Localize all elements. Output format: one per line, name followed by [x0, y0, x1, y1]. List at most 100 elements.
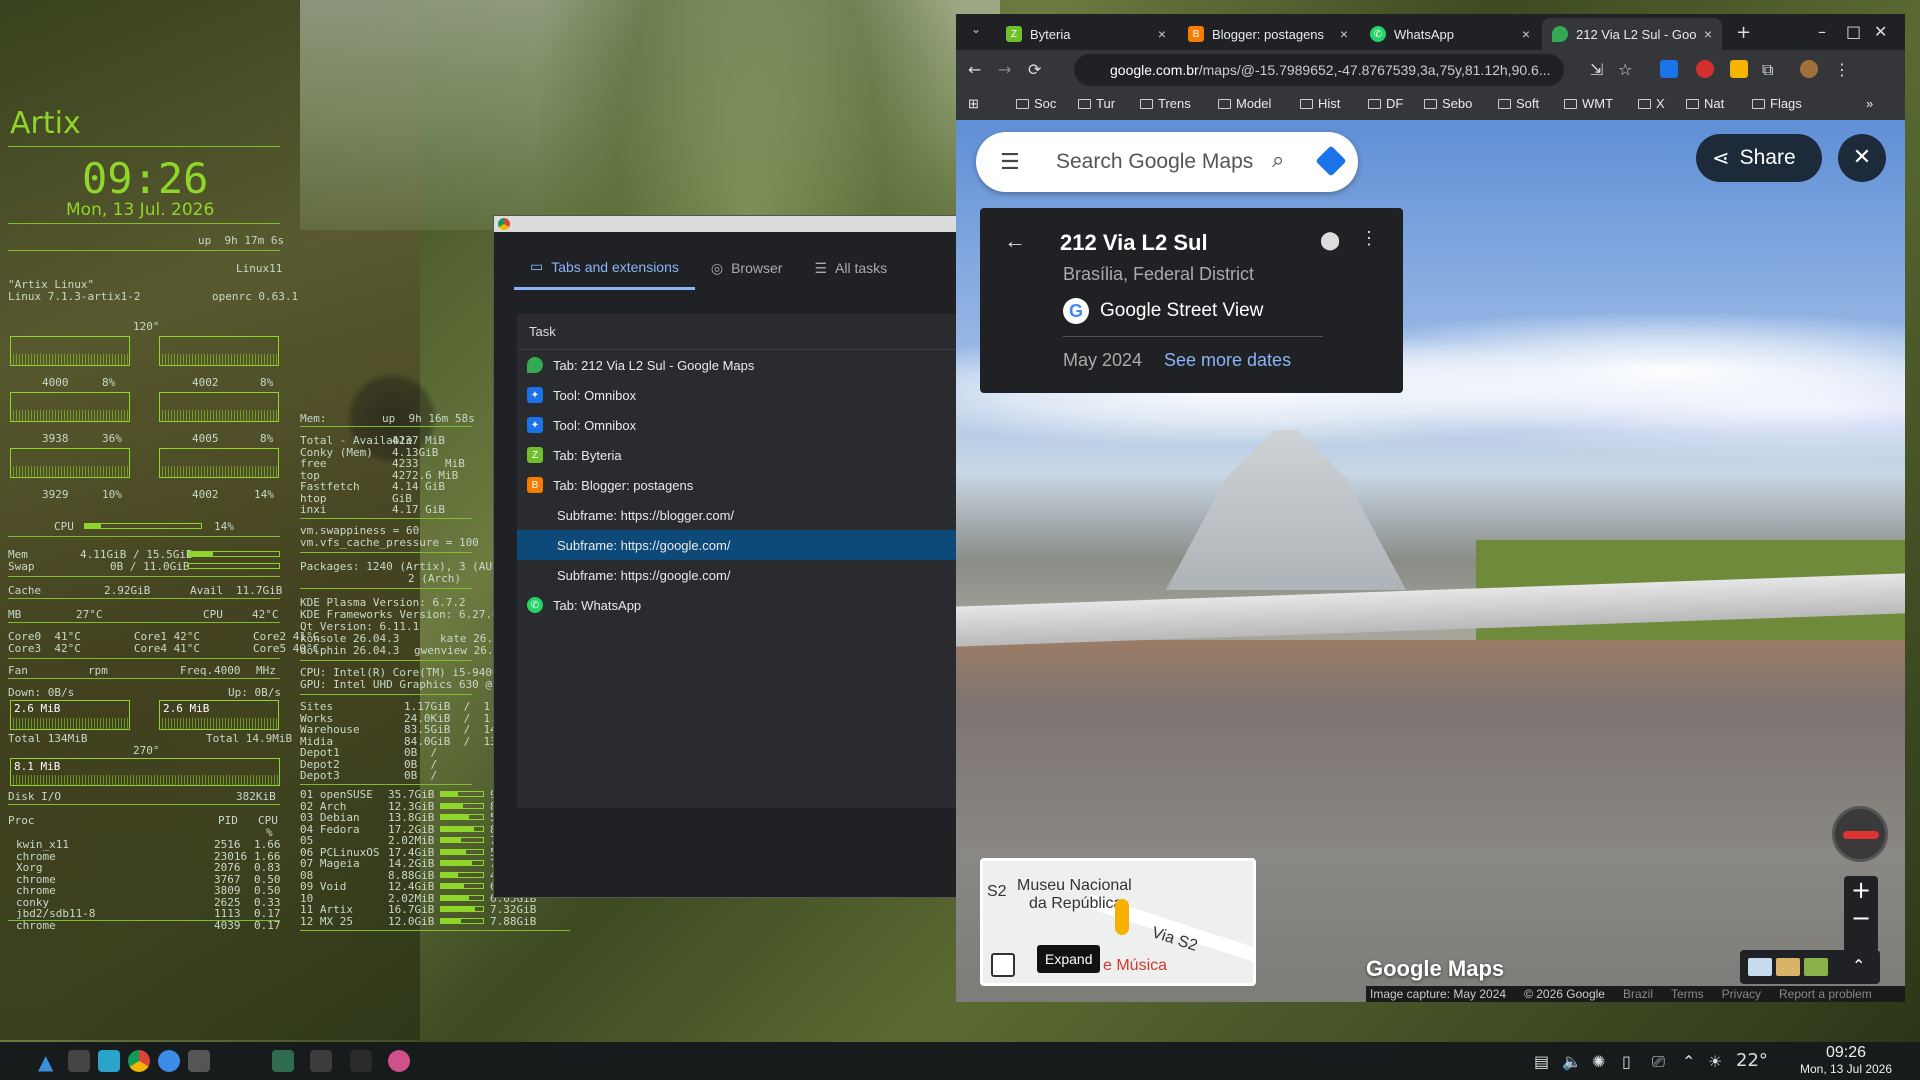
back-arrow-icon[interactable]: ←: [1004, 228, 1026, 254]
extensions-puzzle-icon[interactable]: ⧉: [1762, 60, 1773, 80]
reload-button[interactable]: ⟳: [1028, 60, 1041, 79]
terminal-icon[interactable]: [68, 1050, 90, 1072]
bookmark-star-icon[interactable]: ☆: [1618, 60, 1632, 79]
task-manager-titlebar[interactable]: [494, 216, 958, 232]
task-row[interactable]: ✆ Tab: WhatsApp: [517, 590, 960, 620]
browser-tab[interactable]: Z Byteria ×: [996, 18, 1176, 50]
chrome-task-icon[interactable]: [310, 1050, 332, 1072]
extension-icon[interactable]: [1696, 60, 1714, 78]
tab-all-tasks[interactable]: ☰ All tasks: [798, 246, 903, 290]
volume-icon[interactable]: 🔈: [1562, 1052, 1582, 1071]
install-app-icon[interactable]: ⇲: [1590, 60, 1603, 79]
temperature[interactable]: 22°: [1736, 1050, 1768, 1071]
browser-tab[interactable]: ✆ WhatsApp ×: [1360, 18, 1540, 50]
share-button[interactable]: ⋖ Share: [1696, 134, 1822, 182]
close-icon[interactable]: ×: [1158, 26, 1166, 42]
app-task-icon[interactable]: [388, 1050, 410, 1072]
chevron-up-icon[interactable]: ⌃: [1852, 956, 1865, 975]
task-row[interactable]: Subframe: https://google.com/: [517, 530, 960, 560]
tab-search-button[interactable]: ⌄: [966, 22, 986, 42]
minimize-button[interactable]: –: [1818, 22, 1826, 41]
browser-icon[interactable]: [158, 1050, 180, 1072]
zoom-out-button[interactable]: −: [1844, 904, 1878, 932]
task-row[interactable]: Tab: 212 Via L2 Sul - Google Maps: [517, 350, 960, 380]
compass-icon[interactable]: [1832, 806, 1888, 862]
mini-map[interactable]: S2 Museu Nacional da República Via S2 e …: [980, 858, 1256, 986]
chevron-up-icon[interactable]: ⌃: [1682, 1052, 1695, 1071]
close-street-view-button[interactable]: ✕: [1838, 134, 1886, 182]
footer-link[interactable]: Brazil: [1623, 987, 1653, 1001]
task-label: Subframe: https://blogger.com/: [557, 507, 735, 523]
task-row[interactable]: B Tab: Blogger: postagens: [517, 470, 960, 500]
address-bar[interactable]: google.com.br/maps/@-15.7989652,-47.8767…: [1074, 54, 1564, 86]
apps-grid-icon[interactable]: ⊞: [968, 96, 979, 112]
search-icon[interactable]: ⌕: [1272, 148, 1284, 173]
task-column-header[interactable]: Task: [517, 314, 960, 350]
close-icon[interactable]: ×: [1522, 26, 1530, 42]
close-icon[interactable]: ×: [1340, 26, 1348, 42]
maximize-button[interactable]: □: [1846, 22, 1861, 41]
file-manager-icon[interactable]: [98, 1050, 120, 1072]
tab-browser[interactable]: ◎ Browser: [695, 246, 799, 290]
bookmark-folder[interactable]: Flags: [1752, 96, 1802, 111]
layer-thumb[interactable]: [1804, 958, 1828, 976]
menu-icon[interactable]: ⋮: [1834, 60, 1850, 79]
app-task-icon[interactable]: [350, 1050, 372, 1072]
bookmark-folder[interactable]: Hist: [1300, 96, 1340, 111]
extension-icon[interactable]: [1730, 60, 1748, 78]
pegman-icon[interactable]: [1115, 899, 1129, 935]
task-row[interactable]: Subframe: https://blogger.com/: [517, 500, 960, 530]
bookmark-folder[interactable]: DF: [1368, 96, 1403, 111]
window-close-button[interactable]: ✕: [1874, 22, 1887, 41]
chrome-task-icon[interactable]: [272, 1050, 294, 1072]
extension-icon[interactable]: [1660, 60, 1678, 78]
bookmark-folder[interactable]: Sebo: [1424, 96, 1472, 111]
close-icon[interactable]: ×: [1704, 26, 1712, 42]
task-row[interactable]: Subframe: https://google.com/: [517, 560, 960, 590]
bookmark-folder[interactable]: Trens: [1140, 96, 1191, 111]
directions-icon[interactable]: [1315, 145, 1347, 177]
layers-control[interactable]: ⌃: [1740, 950, 1880, 984]
layer-thumb[interactable]: [1776, 958, 1800, 976]
see-more-dates-link[interactable]: See more dates: [1164, 350, 1291, 371]
new-tab-button[interactable]: +: [1736, 22, 1751, 43]
browser-tab[interactable]: B Blogger: postagens ×: [1178, 18, 1358, 50]
task-row[interactable]: Z Tab: Byteria: [517, 440, 960, 470]
bookmark-folder[interactable]: Model: [1218, 96, 1271, 111]
footer-link[interactable]: Terms: [1671, 987, 1704, 1001]
profile-avatar[interactable]: [1800, 60, 1818, 78]
street-view-pane[interactable]: ☰ Search Google Maps ⌕ ⋖ Share ✕ ← 212 V…: [956, 120, 1905, 1002]
network-icon[interactable]: ⎚: [1652, 1052, 1665, 1072]
bookmark-folder[interactable]: Soft: [1498, 96, 1539, 111]
browser-tab-active[interactable]: 212 Via L2 Sul - Goo ×: [1542, 18, 1722, 50]
weather-icon[interactable]: ☀: [1708, 1052, 1722, 1071]
forward-button[interactable]: →: [998, 60, 1011, 79]
search-input[interactable]: Search Google Maps: [1056, 150, 1253, 174]
pin-icon[interactable]: ⬤: [1320, 230, 1340, 251]
task-row[interactable]: ✦ Tool: Omnibox: [517, 380, 960, 410]
chevron-right-icon[interactable]: »: [1866, 96, 1873, 111]
brightness-icon[interactable]: ✺: [1592, 1052, 1605, 1071]
maps-search-box[interactable]: ☰ Search Google Maps ⌕: [976, 132, 1358, 192]
konsole-icon[interactable]: [188, 1050, 210, 1072]
chrome-icon[interactable]: [128, 1050, 150, 1072]
back-button[interactable]: ←: [968, 60, 981, 79]
clipboard-icon[interactable]: ▤: [1534, 1052, 1549, 1071]
task-row[interactable]: ✦ Tool: Omnibox: [517, 410, 960, 440]
artix-launcher-icon[interactable]: ▲: [38, 1050, 60, 1074]
tab-tabs-and-extensions[interactable]: ▭ Tabs and extensions: [514, 246, 695, 290]
taskbar-clock[interactable]: 09:26 Mon, 13 Jul 2026: [1776, 1044, 1916, 1076]
bookmark-folder[interactable]: Nat: [1686, 96, 1724, 111]
bookmark-folder[interactable]: WMT: [1564, 96, 1613, 111]
usb-icon[interactable]: ▯: [1622, 1052, 1631, 1071]
bookmark-folder[interactable]: X: [1638, 96, 1665, 111]
zoom-in-button[interactable]: +: [1844, 876, 1878, 904]
bookmark-folder[interactable]: Soc: [1016, 96, 1056, 111]
hamburger-menu-icon[interactable]: ☰: [1000, 150, 1020, 175]
expand-icon[interactable]: [991, 953, 1015, 977]
footer-link[interactable]: Privacy: [1722, 987, 1761, 1001]
footer-link[interactable]: Report a problem: [1779, 987, 1872, 1001]
more-options-icon[interactable]: ⋮: [1360, 228, 1378, 249]
bookmark-folder[interactable]: Tur: [1078, 96, 1115, 111]
layer-thumb[interactable]: [1748, 958, 1772, 976]
